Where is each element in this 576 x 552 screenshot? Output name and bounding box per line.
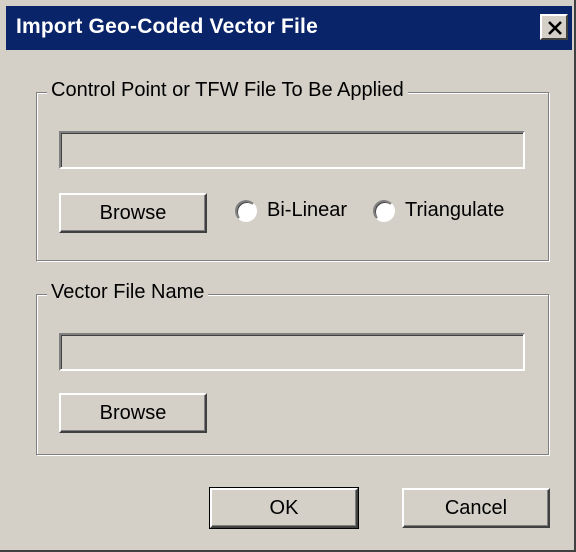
dialog-title: Import Geo-Coded Vector File — [16, 15, 318, 38]
title-bar[interactable]: Import Geo-Coded Vector File — [6, 6, 572, 50]
triangulate-radio-circle[interactable] — [373, 199, 395, 222]
close-icon — [548, 21, 562, 35]
bilinear-radio-circle[interactable] — [235, 199, 257, 222]
control-point-file-field[interactable] — [59, 131, 525, 169]
control-point-group: Control Point or TFW File To Be Applied … — [36, 79, 550, 262]
triangulate-radio[interactable]: Triangulate — [373, 199, 504, 222]
bilinear-radio[interactable]: Bi-Linear — [235, 199, 347, 222]
control-point-group-label: Control Point or TFW File To Be Applied — [47, 79, 408, 102]
ok-button[interactable]: OK — [209, 487, 359, 529]
cancel-button[interactable]: Cancel — [402, 488, 550, 528]
vector-file-group-label: Vector File Name — [47, 281, 209, 304]
vector-file-browse-button[interactable]: Browse — [59, 393, 207, 433]
bilinear-radio-label: Bi-Linear — [267, 199, 348, 221]
vector-file-field[interactable] — [59, 333, 525, 371]
import-dialog: Import Geo-Coded Vector File Control Poi… — [0, 0, 576, 552]
triangulate-radio-label: Triangulate — [405, 199, 505, 221]
close-button[interactable] — [540, 14, 568, 40]
vector-file-group: Vector File Name Browse — [36, 281, 550, 456]
control-point-browse-button[interactable]: Browse — [59, 193, 207, 233]
